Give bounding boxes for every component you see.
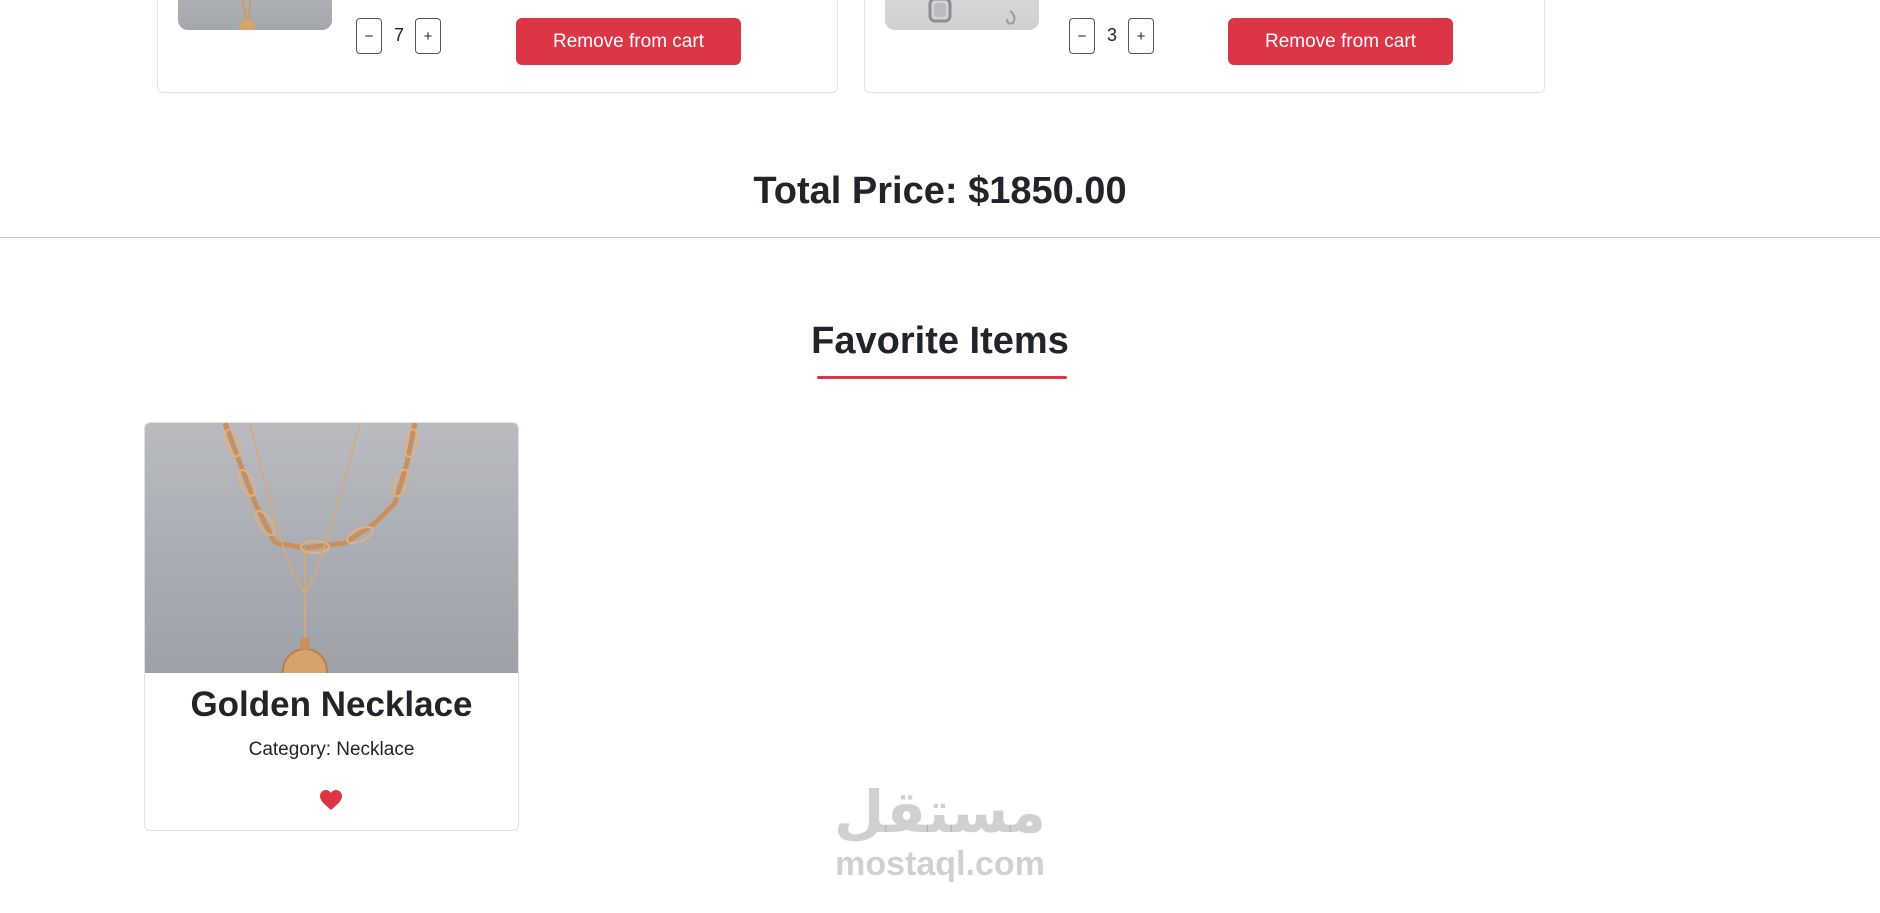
- product-title: Golden Necklace: [190, 685, 473, 724]
- golden-necklace-image: [222, 423, 419, 694]
- cart-item: − 3 + Remove from cart: [864, 0, 1545, 93]
- watermark-logo: مستقل mostaql.com: [820, 780, 1060, 900]
- heart-icon[interactable]: [319, 789, 343, 811]
- cart-item: − 7 + Remove from cart: [157, 0, 838, 93]
- heading-underline: [817, 376, 1067, 379]
- increase-quantity-button[interactable]: +: [415, 18, 441, 54]
- necklace-pendant-image: [239, 0, 255, 30]
- decrease-quantity-button[interactable]: −: [356, 18, 382, 54]
- ring-image: [928, 0, 1016, 25]
- total-price: Total Price: $1850.00: [753, 170, 1127, 212]
- page: − 7 + Remove from cart − 3 + Remove from…: [0, 0, 1880, 913]
- section-divider: [0, 237, 1880, 238]
- favorite-item-card: Golden Necklace Category: Necklace: [144, 422, 519, 831]
- watermark-arabic-text: مستقل: [833, 778, 1047, 846]
- increase-quantity-button[interactable]: +: [1128, 18, 1154, 54]
- quantity-value: 3: [1106, 25, 1117, 45]
- product-thumbnail: [178, 0, 332, 30]
- watermark-latin-text: mostaql.com: [835, 845, 1045, 883]
- product-category: Category: Necklace: [248, 739, 415, 760]
- remove-from-cart-button[interactable]: Remove from cart: [516, 18, 741, 65]
- product-thumbnail: [885, 0, 1039, 30]
- decrease-quantity-button[interactable]: −: [1069, 18, 1095, 54]
- favorites-heading: Favorite Items: [811, 320, 1069, 362]
- product-image: [145, 423, 518, 694]
- remove-from-cart-button[interactable]: Remove from cart: [1228, 18, 1453, 65]
- quantity-value: 7: [393, 25, 404, 45]
